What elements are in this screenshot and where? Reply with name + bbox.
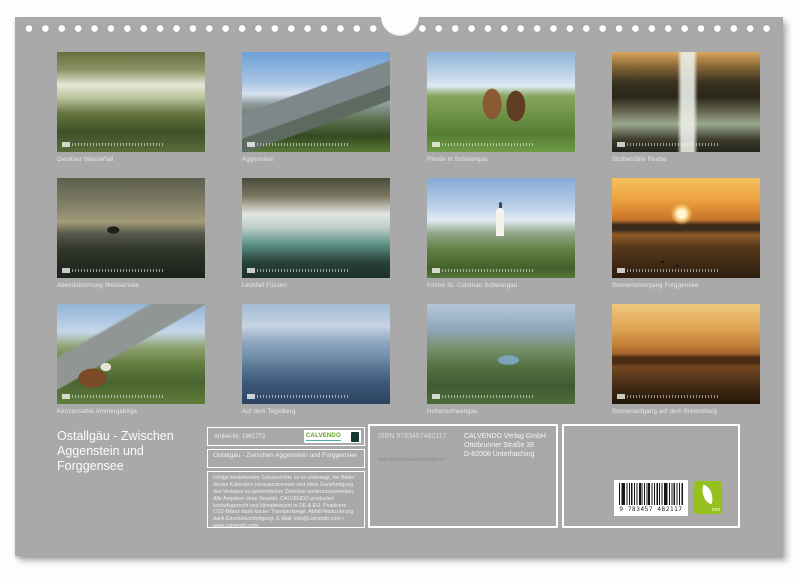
photo-caption: Sonnenaufgang auf dem Breitenberg — [612, 407, 760, 417]
photo-caption: Aggenstein — [242, 155, 390, 165]
calendar-title: Ostallgäu - Zwischen Aggenstein und Forg… — [57, 429, 205, 473]
photo-cell: Sonnenuntergang Forggensee — [612, 178, 760, 292]
calvendo-logo-mark-icon — [351, 432, 359, 442]
photo-watermark — [617, 394, 718, 399]
photo-geratser-wasserfall — [57, 52, 205, 152]
photo-caption: Geratser Wasserfall — [57, 155, 205, 165]
photo-aggenstein — [242, 52, 390, 152]
photo-watermark — [432, 394, 533, 399]
photo-watermark — [432, 268, 533, 273]
photo-cell: Stuibenfälle Reutte — [612, 52, 760, 166]
photo-cell: Geratser Wasserfall — [57, 52, 205, 166]
publisher-line: Ottobrunner Straße 39 — [464, 442, 546, 451]
photo-watermark — [247, 394, 348, 399]
barcode-box: 9 783457 482117 eco — [562, 424, 740, 528]
photo-cell: Pferde in Schwangau — [427, 52, 575, 166]
photo-caption: Kenzensattel Ammergebirge — [57, 407, 205, 417]
photo-cell: Kirche St. Coloman Schwangau — [427, 178, 575, 292]
publisher-line: D-82008 Unterhaching — [464, 451, 546, 460]
photo-hohenschwangau — [427, 304, 575, 404]
photo-watermark — [62, 394, 163, 399]
photo-weissensee — [57, 178, 205, 278]
photo-caption: Lechfall Füssen — [242, 281, 390, 291]
photo-kenzensattel-cow — [57, 304, 205, 404]
photo-cell: Abendstimmung Weissensee — [57, 178, 205, 292]
photo-grid: Geratser Wasserfall Aggenstein Pferde in… — [57, 52, 760, 418]
photo-watermark — [62, 142, 163, 147]
photo-watermark — [62, 268, 163, 273]
isbn-publisher-box: ISBN 9783457482117 CALVENDO Verlag GmbH … — [368, 424, 558, 528]
photo-cell: Aggenstein — [242, 52, 390, 166]
photo-cell: Auf dem Tegelberg — [242, 304, 390, 418]
photo-cell: Lechfall Füssen — [242, 178, 390, 292]
photo-watermark — [617, 268, 718, 273]
isbn-number: ISBN 9783457482117 — [378, 433, 446, 440]
publisher-address: CALVENDO Verlag GmbH Ottobrunner Straße … — [464, 433, 546, 459]
photo-forggensee-sunset — [612, 178, 760, 278]
photo-tegelberg — [242, 304, 390, 404]
leaf-icon — [699, 485, 716, 505]
photo-caption: Abendstimmung Weissensee — [57, 281, 205, 291]
article-number-box: Artikel-Nr. 1961772 CALVENDO — [207, 427, 365, 446]
photo-caption: Auf dem Tegelberg — [242, 407, 390, 417]
photo-watermark — [247, 268, 348, 273]
church-icon — [496, 208, 504, 236]
photo-cell: Kenzensattel Ammergebirge — [57, 304, 205, 418]
calendar-back-cover: Geratser Wasserfall Aggenstein Pferde in… — [15, 17, 783, 556]
photo-caption: Hohenschwangau — [427, 407, 575, 417]
legal-box: Infolge bestehender Schutzrechte ist es … — [207, 471, 365, 528]
barcode-digits: 9 783457 482117 — [614, 506, 688, 513]
calvendo-wordmark: CALVENDO — [306, 433, 341, 441]
author-website: www.florianknausfotografie.de — [378, 457, 445, 463]
photo-caption: Kirche St. Coloman Schwangau — [427, 281, 575, 291]
publisher-line: CALVENDO Verlag GmbH — [464, 433, 546, 442]
photo-st-coloman — [427, 178, 575, 278]
photo-watermark — [432, 142, 533, 147]
calvendo-logo: CALVENDO — [304, 430, 361, 443]
photo-cell: Sonnenaufgang auf dem Breitenberg — [612, 304, 760, 418]
photo-caption: Stuibenfälle Reutte — [612, 155, 760, 165]
article-number: Artikel-Nr. 1961772 — [214, 434, 265, 440]
photo-lechfall — [242, 178, 390, 278]
eco-logo: eco — [694, 481, 722, 514]
photo-caption: Pferde in Schwangau — [427, 155, 575, 165]
photo-pferde-schwangau — [427, 52, 575, 152]
barcode: 9 783457 482117 — [614, 480, 688, 516]
photo-caption: Sonnenuntergang Forggensee — [612, 281, 760, 291]
photo-cell: Hohenschwangau — [427, 304, 575, 418]
inner-title-box: Ostallgäu - Zwischen Aggenstein und Forg… — [207, 449, 365, 468]
photo-watermark — [617, 142, 718, 147]
legal-fine-print: Infolge bestehender Schutzrechte ist es … — [213, 475, 359, 530]
photo-watermark — [247, 142, 348, 147]
photo-stuibenfaelle — [612, 52, 760, 152]
eco-label: eco — [712, 507, 720, 513]
barcode-bars-icon — [619, 483, 683, 505]
photo-breitenberg-sunrise — [612, 304, 760, 404]
inner-title: Ostallgäu - Zwischen Aggenstein und Forg… — [213, 452, 359, 460]
